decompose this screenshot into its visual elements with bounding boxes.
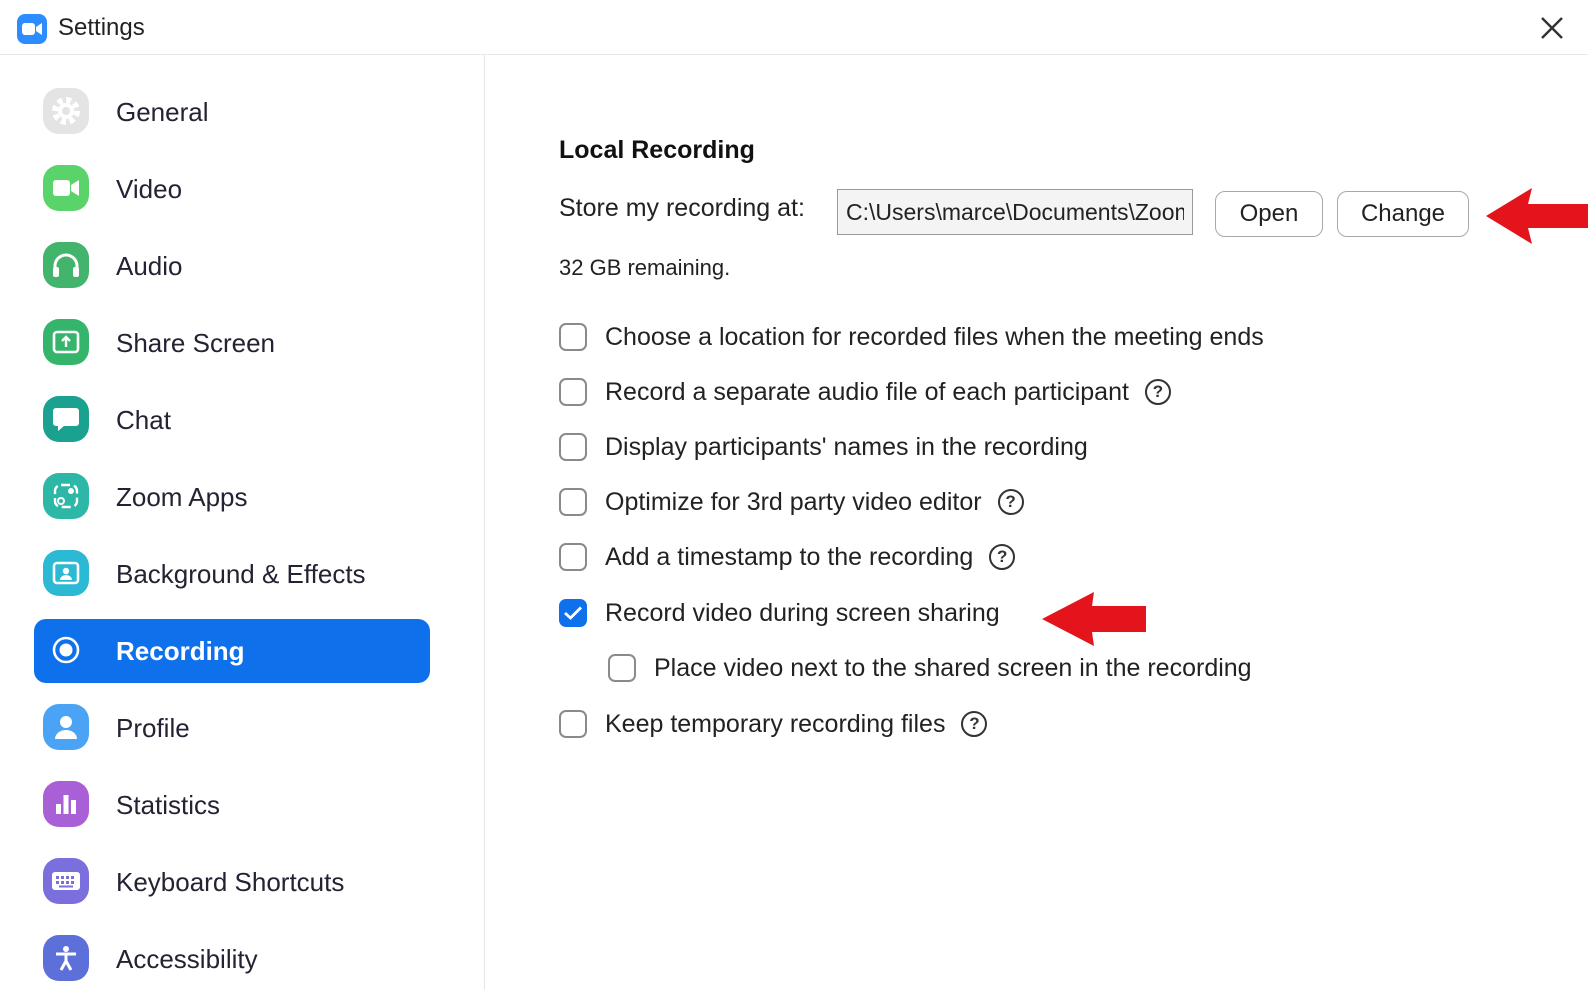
sidebar-item-recording[interactable]: Recording	[34, 619, 430, 683]
option-label: Keep temporary recording files	[605, 709, 946, 738]
option-choose-location[interactable]: Choose a location for recorded files whe…	[559, 317, 1264, 357]
settings-sidebar: General Video Audio Share Screen Chat Zo…	[0, 55, 485, 990]
sidebar-item-keyboard-shortcuts[interactable]: Keyboard Shortcuts	[34, 850, 430, 914]
close-icon	[1541, 17, 1563, 39]
sidebar-item-chat[interactable]: Chat	[34, 388, 430, 452]
checkbox[interactable]	[559, 323, 587, 351]
video-camera-icon	[43, 165, 89, 211]
checkbox[interactable]	[559, 710, 587, 738]
store-location-label: Store my recording at:	[559, 194, 805, 222]
gear-icon	[43, 88, 89, 134]
headphones-icon	[43, 242, 89, 288]
sidebar-item-video[interactable]: Video	[34, 157, 430, 221]
option-label: Display participants' names in the recor…	[605, 432, 1088, 461]
checkbox[interactable]	[608, 654, 636, 682]
recording-path-field[interactable]	[837, 189, 1193, 235]
sidebar-item-share-screen[interactable]: Share Screen	[34, 311, 430, 375]
bar-chart-icon	[43, 781, 89, 827]
zoom-app-icon	[17, 14, 47, 44]
share-screen-icon	[43, 319, 89, 365]
sidebar-item-label: Keyboard Shortcuts	[116, 867, 345, 897]
open-button[interactable]: Open	[1215, 191, 1323, 237]
change-button[interactable]: Change	[1337, 191, 1469, 237]
sidebar-item-label: Statistics	[116, 790, 221, 820]
profile-icon	[43, 704, 89, 750]
option-keep-temporary[interactable]: Keep temporary recording files ?	[559, 704, 988, 744]
sidebar-item-background-effects[interactable]: Background & Effects	[34, 542, 430, 606]
help-icon[interactable]: ?	[961, 711, 988, 737]
sidebar-item-profile[interactable]: Profile	[34, 696, 430, 760]
checkbox[interactable]	[559, 543, 587, 571]
chat-bubble-icon	[43, 396, 89, 442]
sidebar-item-label: Video	[116, 174, 183, 204]
section-title: Local Recording	[559, 136, 755, 164]
accessibility-icon	[43, 935, 89, 981]
help-icon[interactable]: ?	[997, 489, 1024, 515]
title-bar: Settings	[0, 0, 1588, 55]
sidebar-item-label: Accessibility	[116, 944, 258, 974]
sidebar-item-label: Audio	[116, 251, 183, 281]
sidebar-item-label: Share Screen	[116, 328, 275, 358]
option-timestamp[interactable]: Add a timestamp to the recording ?	[559, 537, 1016, 577]
sidebar-item-general[interactable]: General	[34, 80, 430, 144]
option-label: Record a separate audio file of each par…	[605, 377, 1129, 406]
close-button[interactable]	[1532, 8, 1572, 48]
option-record-video-screen-sharing[interactable]: Record video during screen sharing	[559, 593, 1000, 633]
help-icon[interactable]: ?	[989, 544, 1016, 570]
sidebar-item-accessibility[interactable]: Accessibility	[34, 927, 430, 991]
record-icon	[43, 627, 89, 673]
option-label: Place video next to the shared screen in…	[654, 653, 1252, 682]
option-label: Choose a location for recorded files whe…	[605, 322, 1264, 351]
help-icon[interactable]: ?	[1144, 379, 1171, 405]
sidebar-item-statistics[interactable]: Statistics	[34, 773, 430, 837]
option-optimize-editor[interactable]: Optimize for 3rd party video editor ?	[559, 482, 1024, 522]
annotation-arrow-icon	[1486, 188, 1588, 244]
sidebar-item-label: Zoom Apps	[116, 482, 248, 512]
recording-settings-panel: Local Recording Store my recording at: O…	[485, 55, 1588, 990]
sidebar-item-label: Recording	[116, 636, 245, 666]
background-person-icon	[43, 550, 89, 596]
sidebar-item-label: Chat	[116, 405, 171, 435]
storage-remaining: 32 GB remaining.	[559, 255, 731, 280]
sidebar-item-label: Profile	[116, 713, 190, 743]
sidebar-item-label: General	[116, 97, 209, 127]
apps-icon	[43, 473, 89, 519]
window-title: Settings	[58, 14, 145, 41]
checkmark-icon	[564, 606, 582, 620]
option-label: Record video during screen sharing	[605, 598, 1000, 627]
checkbox[interactable]	[559, 433, 587, 461]
annotation-arrow-icon	[1042, 592, 1146, 646]
sidebar-item-audio[interactable]: Audio	[34, 234, 430, 298]
option-place-video-next[interactable]: Place video next to the shared screen in…	[608, 648, 1252, 688]
sidebar-item-label: Background & Effects	[116, 559, 366, 589]
checkbox[interactable]	[559, 378, 587, 406]
option-separate-audio[interactable]: Record a separate audio file of each par…	[559, 372, 1171, 412]
keyboard-icon	[43, 858, 89, 904]
option-label: Add a timestamp to the recording	[605, 542, 974, 571]
option-display-names[interactable]: Display participants' names in the recor…	[559, 427, 1088, 467]
sidebar-item-zoom-apps[interactable]: Zoom Apps	[34, 465, 430, 529]
checkbox-checked[interactable]	[559, 599, 587, 627]
option-label: Optimize for 3rd party video editor	[605, 487, 982, 516]
checkbox[interactable]	[559, 488, 587, 516]
